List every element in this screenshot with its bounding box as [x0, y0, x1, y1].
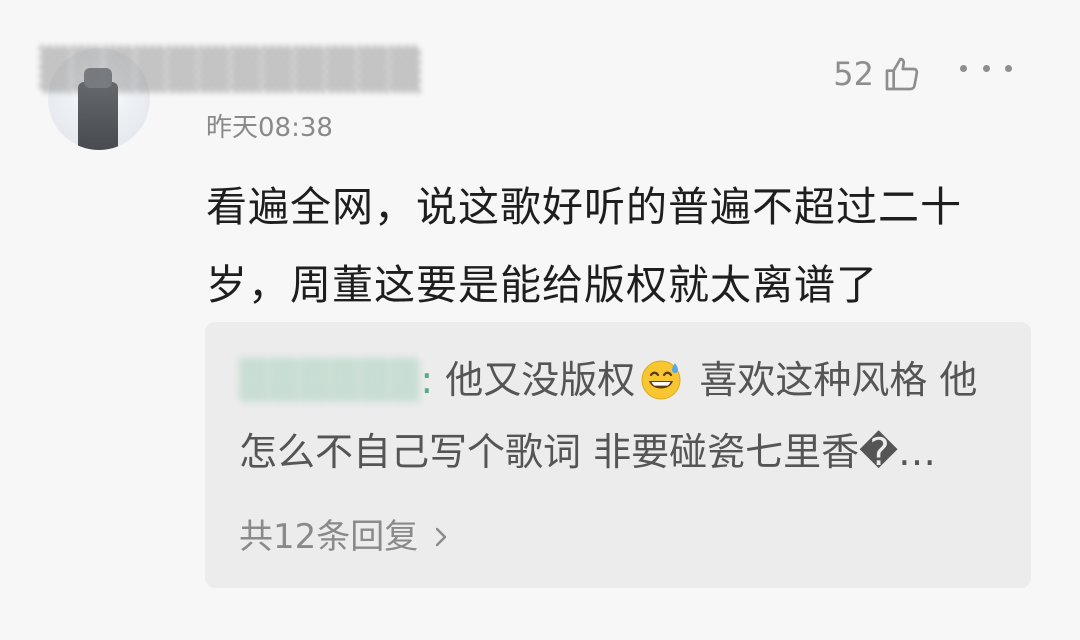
- more-dot: [982, 64, 990, 72]
- comment-text[interactable]: 看遍全网，说这歌好听的普遍不超过二十岁，周董这要是能给版权就太离谱了: [206, 168, 1026, 324]
- reply-author-name[interactable]: ▒▒▒▒▒▒: [239, 344, 420, 416]
- reply-preview-text: ▒▒▒▒▒▒: 他又没版权 喜欢这种风格 他怎么不自己写个歌词 非要碰瓷七里香�…: [239, 344, 999, 488]
- grinning-face-with-sweat-icon: [641, 360, 681, 400]
- thumbs-up-icon: [885, 57, 919, 91]
- comment-card: ▒▒▒▒▒▒▒▒▒▒▒▒ 昨天08:38 52 看遍全网，说这歌好听的普遍不超过…: [0, 0, 1080, 640]
- reply-count-label: 共12条回复: [239, 517, 419, 557]
- like-button[interactable]: 52: [833, 52, 922, 96]
- reply-preview-box[interactable]: ▒▒▒▒▒▒: 他又没版权 喜欢这种风格 他怎么不自己写个歌词 非要碰瓷七里香�…: [205, 322, 1031, 588]
- reply-colon: :: [420, 358, 434, 402]
- more-dot: [960, 64, 967, 72]
- view-replies-link[interactable]: 共12条回复: [239, 512, 450, 562]
- comment-author-name[interactable]: ▒▒▒▒▒▒▒▒▒▒▒▒: [40, 40, 490, 100]
- more-dots-icon[interactable]: [960, 52, 1012, 84]
- chevron-right-icon: [436, 527, 447, 547]
- like-count: 52: [833, 55, 874, 93]
- comment-timestamp: 昨天08:38: [206, 113, 333, 143]
- reply-text-part-1: 他又没版权: [445, 358, 636, 402]
- more-dot: [1005, 64, 1012, 72]
